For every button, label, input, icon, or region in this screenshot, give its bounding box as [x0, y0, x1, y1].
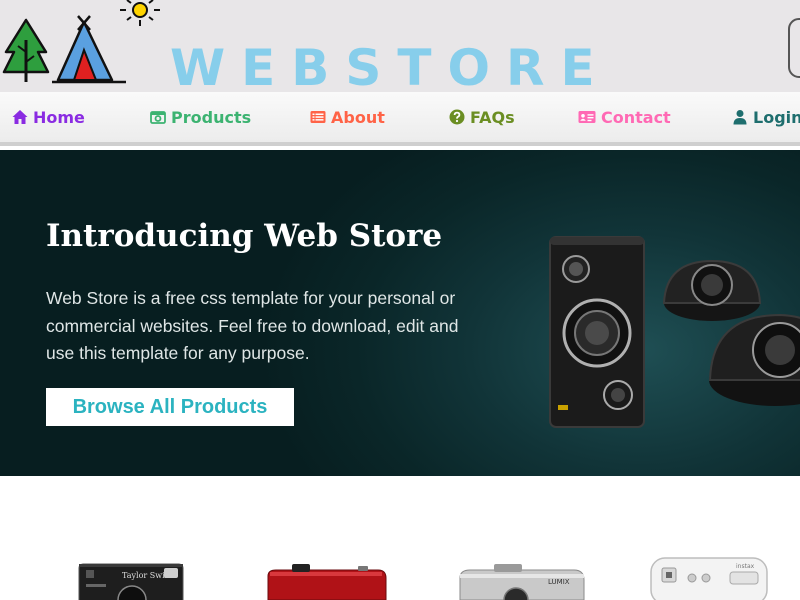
speakers-image — [549, 236, 800, 428]
sun-icon — [120, 0, 160, 26]
nav-item-products[interactable]: Products — [150, 92, 251, 142]
nav-item-contact[interactable]: Contact — [578, 92, 671, 142]
product-camera-4[interactable]: instax — [650, 556, 768, 600]
product-gallery: Taylor Swift LUMIX instax — [0, 476, 800, 600]
nav-label-contact: Contact — [601, 107, 671, 127]
nav-label-home: Home — [33, 107, 85, 127]
product-camera-2[interactable] — [262, 556, 390, 600]
question-circle-icon — [449, 109, 465, 125]
nav-label-products: Products — [171, 107, 252, 127]
product-camera-3[interactable]: LUMIX — [456, 556, 588, 600]
hero-banner: Introducing Web Store Web Store is a fre… — [0, 150, 800, 476]
tower-speaker-icon — [549, 236, 645, 428]
nav-item-home[interactable]: Home — [12, 92, 85, 142]
camera-brand-text: instax — [736, 563, 755, 570]
hero-title: Introducing Web Store — [46, 218, 443, 254]
camera-brand-text: LUMIX — [548, 578, 570, 586]
list-icon — [310, 111, 326, 123]
dome-speaker-icon — [662, 259, 762, 321]
camera-icon — [150, 111, 166, 124]
user-icon — [733, 110, 747, 125]
camping-logo-icon[interactable] — [0, 0, 170, 92]
site-title[interactable]: WEBSTORE — [170, 38, 611, 92]
main-nav: Home Products About FAQs Contact Login — [0, 92, 800, 146]
tree-icon — [2, 18, 50, 82]
id-card-icon — [578, 111, 596, 123]
tent-icon — [52, 15, 126, 84]
nav-label-login: Login — [753, 107, 800, 127]
browse-products-button[interactable]: Browse All Products — [46, 388, 294, 426]
nav-label-about: About — [331, 107, 385, 127]
home-icon — [12, 110, 28, 124]
nav-label-faqs: FAQs — [470, 107, 515, 127]
product-camera-1[interactable]: Taylor Swift — [78, 556, 184, 600]
site-header: WEBSTORE — [0, 0, 800, 92]
hero-description: Web Store is a free css template for you… — [46, 288, 459, 363]
nav-item-faqs[interactable]: FAQs — [449, 92, 515, 142]
nav-item-login[interactable]: Login — [732, 92, 800, 142]
dome-speaker-icon — [708, 313, 800, 406]
header-edge-decoration — [788, 18, 800, 78]
nav-item-about[interactable]: About — [310, 92, 385, 142]
